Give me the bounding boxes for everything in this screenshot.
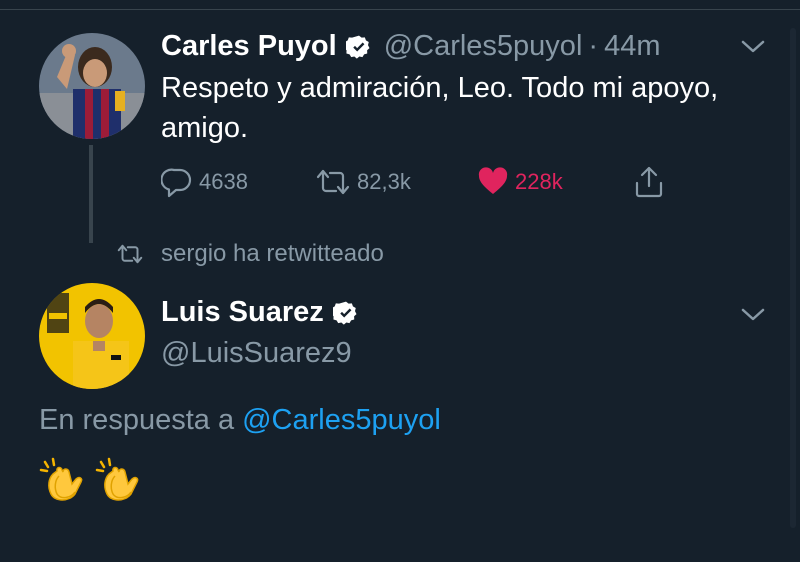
top-divider [0,0,800,10]
tweet-actions: 4638 82,3k 228k [161,162,681,202]
chevron-down-icon[interactable] [740,38,766,56]
reply-to-line: En respuesta a @Carles5puyol [39,404,441,437]
chevron-down-icon[interactable] [740,306,766,324]
separator-dot: · [588,30,599,62]
like-count: 228k [515,169,563,194]
tweet-header: Luis Suarez [161,296,359,329]
twitter-timeline: Carles Puyol @Carles5puyol · 44m Respeto… [0,0,800,562]
verified-badge-icon [345,35,370,59]
reply-to-prefix: En respuesta a [39,404,235,436]
clapping-hands-icon [95,457,139,501]
like-button[interactable]: 228k [477,162,563,202]
avatar-suarez-image [39,283,145,389]
avatar-puyol-image [39,33,145,139]
reply-button[interactable]: 4638 [161,162,248,202]
retweet-count: 82,3k [357,169,411,194]
tweet-header: Carles Puyol @Carles5puyol · 44m [161,30,660,63]
tweet-text [39,456,141,504]
tweet-text: Respeto y admiración, Leo. Todo mi apoyo… [161,72,719,144]
clapping-hands-icon [39,457,83,501]
retweet-context[interactable]: sergio ha retwitteado [115,240,384,268]
thread-line [89,145,93,243]
scrollbar[interactable] [790,28,796,528]
timestamp[interactable]: 44m [604,30,660,63]
heart-icon [478,167,508,194]
user-handle[interactable]: @LuisSuarez9 [161,337,352,370]
display-name[interactable]: Carles Puyol [161,30,337,63]
share-icon [635,166,663,198]
reply-mention-link[interactable]: @Carles5puyol [242,404,441,436]
retweet-context-icon [117,244,143,264]
avatar[interactable] [39,283,145,389]
retweet-icon [316,169,350,195]
retweet-context-text: sergio ha retwitteado [161,240,384,267]
retweet-button[interactable]: 82,3k [315,162,411,202]
reply-count: 4638 [199,169,248,194]
display-name[interactable]: Luis Suarez [161,296,324,329]
verified-badge-icon [332,301,357,325]
share-button[interactable] [633,162,665,202]
avatar[interactable] [39,33,145,139]
reply-icon [161,168,192,198]
user-handle[interactable]: @Carles5puyol [384,30,583,63]
